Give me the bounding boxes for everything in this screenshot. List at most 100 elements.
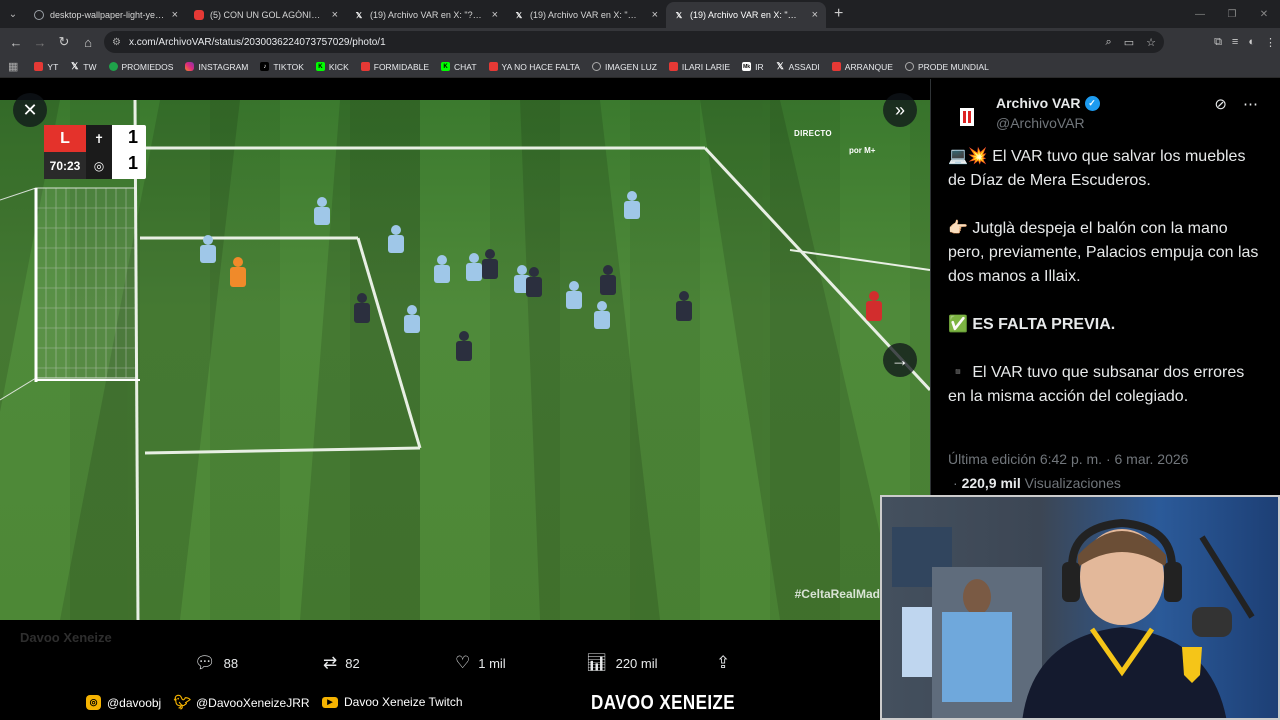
kick-icon: K [441, 62, 451, 71]
collapse-panel-icon[interactable]: » [883, 93, 917, 127]
extensions-icon[interactable]: ⧉ [1214, 36, 1222, 49]
engagement-bar: Davoo Xeneize 💬︎ 88 ⇄ 82 ♡ 1 mil 📊︎ 220 … [0, 620, 930, 686]
close-tab-icon[interactable]: × [332, 9, 338, 21]
bookmark-item[interactable]: PRODE MUNDIAL [904, 61, 989, 72]
bookmark-item[interactable]: FORMIDABLE [360, 62, 429, 72]
tweet-paragraph: ▪️ El VAR tuvo que subsanar dos errores … [948, 364, 1245, 405]
youtube-icon [488, 62, 498, 71]
edit-timestamp[interactable]: Última edición 6:42 p. m. · 6 mar. 2026 [948, 451, 1188, 467]
browser-toolbar: ← → ↻ ⌂ ⚙ x.com/ArchivoVAR/status/203003… [0, 28, 1280, 56]
stream-brand: DAVOO XENEIZE [591, 692, 736, 714]
globe-icon [591, 62, 601, 71]
repost-button[interactable]: ⇄ 82 [323, 653, 360, 673]
close-tab-icon[interactable]: × [172, 9, 178, 21]
bookmark-item[interactable]: 𝕏 TW [70, 61, 96, 72]
browser-tab[interactable]: 𝕏 (19) Archivo VAR en X: "?? ¿D × [346, 2, 506, 28]
celta-crest-icon: ✝ [86, 125, 112, 152]
bookmark-label: INSTAGRAM [198, 61, 249, 72]
author-name-text: Archivo VAR [996, 95, 1081, 111]
address-bar[interactable]: ⚙ x.com/ArchivoVAR/status/20300362240737… [104, 31, 1164, 53]
close-tab-icon[interactable]: × [652, 9, 658, 21]
author-name[interactable]: Archivo VAR ✓ [996, 95, 1100, 111]
repost-count: 82 [345, 655, 360, 671]
bookmark-item[interactable]: ♪ TIKTOK [260, 62, 304, 72]
share-icon: ⇪ [716, 653, 731, 672]
close-tab-icon[interactable]: × [812, 9, 818, 21]
bookmark-item[interactable]: K CHAT [441, 62, 477, 72]
bookmark-item[interactable]: IMAGEN LUZ [591, 61, 657, 72]
reading-list-icon[interactable]: ≡ [1232, 36, 1238, 48]
close-window-icon[interactable]: ✕ [1248, 0, 1280, 28]
bookmark-item[interactable]: YT [34, 62, 58, 72]
restore-icon[interactable]: ❐ [1216, 0, 1248, 28]
site-info-icon[interactable]: ⚙ [112, 37, 121, 48]
youtube-play-icon: ▶ [322, 696, 338, 708]
like-count: 1 mil [478, 655, 506, 671]
minimize-icon[interactable]: — [1184, 0, 1216, 28]
close-viewer-icon[interactable]: ✕ [13, 93, 47, 127]
youtube-icon [668, 62, 678, 71]
bookmark-star-icon[interactable]: ☆ [1146, 36, 1156, 49]
reload-icon[interactable]: ↻ [52, 34, 76, 50]
profile-icon[interactable]: ◐ [1248, 36, 1255, 48]
tweet-paragraph: 👉🏻 Jutglà despeja el balón con la mano p… [948, 220, 1259, 285]
webcam-scene [892, 518, 1255, 718]
bookmarks-bar: ▦ YT 𝕏 TW PROMIEDOS INSTAGRAM ♪ TIKTOK K KICK FOR… [0, 56, 1280, 78]
match-image: L 70:23 ✝ ◎ 1 1 DIRECTO por M+ #CeltaRea… [0, 100, 930, 620]
browser-tab[interactable]: desktop-wallpaper-light-yellow × [26, 2, 186, 28]
footer-instagram: ◎ @davoobj [86, 695, 161, 710]
tab-search-icon[interactable]: ⌄ [0, 0, 26, 28]
back-icon[interactable]: ← [4, 35, 28, 50]
cast-icon[interactable]: ▭ [1124, 36, 1134, 49]
bookmark-label: YA NO HACE FALTA [501, 61, 580, 72]
like-button[interactable]: ♡ 1 mil [455, 653, 506, 673]
browser-tab[interactable]: 𝕏 (19) Archivo VAR en X: "💻 💥 E × [666, 2, 826, 28]
stream-footer: ◎ @davoobj 🐦︎ @DavooXeneizeJRR ▶ Davoo X… [0, 686, 880, 720]
blurred-reply: Davoo Xeneize [20, 630, 112, 645]
grok-icon[interactable]: ⊘ [1214, 95, 1227, 113]
tab-title: desktop-wallpaper-light-yellow [50, 10, 166, 20]
bookmark-label: YT [47, 61, 59, 72]
browser-tab[interactable]: 𝕏 (19) Archivo VAR en X: "💻 💥 E × [506, 2, 666, 28]
bookmark-item[interactable]: K KICK [315, 62, 349, 72]
bookmark-label: IMAGEN LUZ [604, 61, 657, 72]
bookmark-item[interactable]: INSTAGRAM [185, 62, 248, 72]
x-icon: 𝕏 [355, 10, 363, 20]
bookmark-item[interactable]: 𝕏 ASSADI [776, 61, 819, 72]
x-icon: 𝕏 [515, 10, 523, 20]
bookmark-label: ARRANQUE [844, 61, 893, 72]
bookmark-item[interactable]: Mk IR [742, 62, 764, 72]
bookmark-item[interactable]: YA NO HACE FALTA [488, 61, 580, 72]
laliga-logo: L [44, 125, 86, 152]
new-tab-button[interactable]: + [834, 5, 843, 23]
broadcaster-logo: M+ [864, 146, 876, 155]
bookmark-item[interactable]: ARRANQUE [831, 61, 893, 72]
bookmark-label: PRODE MUNDIAL [917, 61, 989, 72]
twitter-bird-icon: 🐦︎ [173, 694, 192, 710]
bookmark-label: PROMIEDOS [121, 61, 174, 72]
browser-menu-icon[interactable]: ⋮ [1265, 36, 1276, 49]
more-options-icon[interactable]: ⋯ [1243, 95, 1258, 113]
forward-icon[interactable]: → [28, 35, 52, 50]
views-button[interactable]: 📊︎ 220 mil [586, 653, 658, 673]
home-icon[interactable]: ⌂ [76, 35, 100, 50]
x-icon: 𝕏 [675, 10, 683, 20]
bookmark-item[interactable]: PROMIEDOS [108, 61, 174, 72]
close-tab-icon[interactable]: × [492, 9, 498, 21]
zoom-icon[interactable]: ⌕ [1106, 36, 1112, 49]
author-handle[interactable]: @ArchivoVAR [996, 115, 1085, 131]
youtube-icon [34, 62, 44, 71]
reply-button[interactable]: 💬︎ 88 [194, 653, 238, 673]
browser-tab[interactable]: (5) CON UN GOL AGÓNICO DE × [186, 2, 346, 28]
bookmark-label: TIKTOK [273, 61, 304, 72]
apps-grid-icon[interactable]: ▦ [8, 60, 18, 73]
bookmark-item[interactable]: ILARI LARIE [668, 62, 730, 72]
globe-icon [34, 10, 44, 20]
browser-tab-strip: ⌄ desktop-wallpaper-light-yellow × (5) CON… [0, 0, 1280, 28]
webcam-overlay [880, 495, 1280, 720]
next-image-icon[interactable]: → [883, 343, 917, 377]
bookmark-label: IR [755, 61, 764, 72]
views-count: 220 mil [615, 655, 658, 671]
share-button[interactable]: ⇪ [716, 653, 730, 673]
avatar[interactable] [947, 97, 987, 137]
